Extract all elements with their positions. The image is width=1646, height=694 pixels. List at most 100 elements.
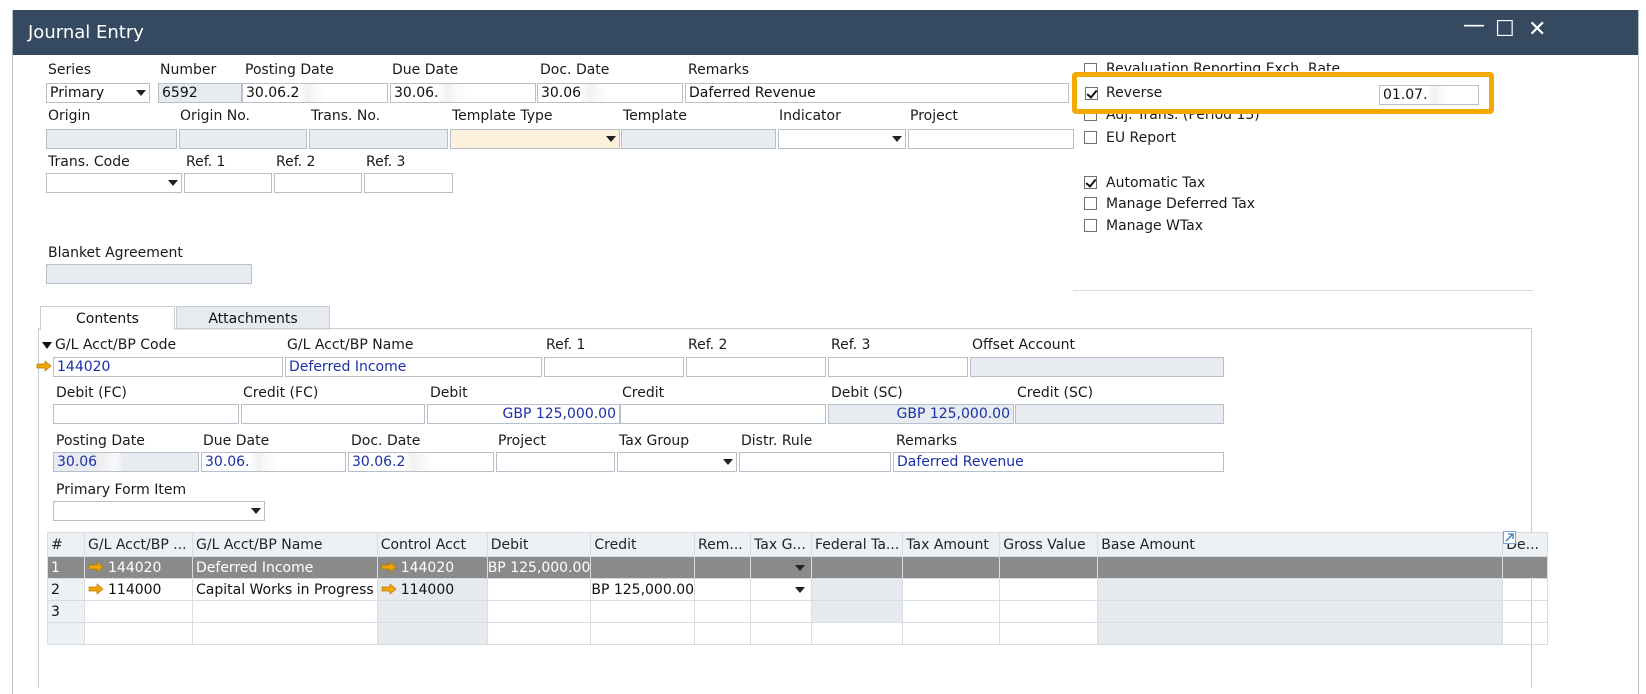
row-number[interactable] [47,622,85,645]
detail-ref3-field[interactable] [828,357,968,377]
ref2-field[interactable] [274,173,362,193]
cell-gross-value[interactable] [999,578,1099,601]
cell-empty[interactable] [84,622,193,645]
cell-base-amount[interactable] [1097,600,1504,623]
maximize-icon[interactable]: ☐ [1495,18,1515,42]
col-header-debit[interactable]: Debit [486,532,592,557]
minimize-icon[interactable]: — [1463,14,1485,38]
col-header-code[interactable]: G/L Acct/BP ... [84,532,193,557]
col-header-num[interactable]: # [47,532,85,557]
link-arrow-icon[interactable] [88,582,104,595]
indicator-select[interactable] [778,129,906,149]
reverse-checkbox[interactable] [1085,87,1098,100]
cell-empty[interactable] [811,622,904,645]
detail-code-field[interactable]: 144020 [53,357,283,377]
col-header-remarks[interactable]: Rem... [694,532,752,557]
table-row[interactable]: 2 114000 Capital Works in Progress 11400… [47,578,1549,601]
trans-no-field[interactable] [309,129,448,149]
row-number[interactable]: 1 [47,556,85,579]
cell-tax-amount[interactable] [902,578,1001,601]
col-header-control-acct[interactable]: Control Acct [376,532,488,557]
cell-debit[interactable] [486,600,592,623]
debit-field[interactable]: GBP 125,000.00 [427,404,620,424]
cell-code[interactable]: 144020 [84,556,193,579]
credit-fc-field[interactable] [241,404,425,424]
cell-remarks[interactable] [694,556,752,579]
cell-tax-group[interactable] [750,600,813,623]
cell-empty[interactable] [999,622,1099,645]
cell-tax-amount[interactable] [902,556,1001,579]
cell-gross-value[interactable] [999,556,1099,579]
tab-attachments[interactable]: Attachments [176,306,330,330]
cell-empty[interactable] [1502,622,1549,645]
manage-deferred-checkbox[interactable] [1084,197,1097,210]
detail-project-field[interactable] [496,452,615,472]
col-header-credit[interactable]: Credit [590,532,696,557]
detail-ref1-field[interactable] [544,357,684,377]
cell-control-acct[interactable] [376,600,488,623]
cell-credit[interactable]: BP 125,000.00 [590,578,696,601]
series-select[interactable]: Primary [46,83,150,103]
credit-sc-field[interactable] [1015,404,1224,424]
col-header-gross-value[interactable]: Gross Value [999,532,1099,557]
due-date-field[interactable]: 30.06. [390,83,536,103]
cell-federal-tax[interactable] [811,600,904,623]
row-number[interactable]: 3 [47,600,85,623]
col-header-tax-group[interactable]: Tax G... [750,532,813,557]
primary-form-select[interactable] [53,501,265,521]
posting-date-field[interactable]: 30.06.2 [242,83,388,103]
cell-code[interactable]: 114000 [84,578,193,601]
number-field[interactable]: 6592 [158,83,242,103]
expand-icon[interactable] [1503,531,1516,544]
cell-name[interactable]: Deferred Income [192,556,378,579]
debit-fc-field[interactable] [53,404,239,424]
automatic-tax-checkbox[interactable] [1084,176,1097,189]
cell-empty[interactable] [376,622,488,645]
eu-report-checkbox[interactable] [1084,131,1097,144]
detail-due-date-field[interactable]: 30.06. [201,452,346,472]
cell-federal-tax[interactable] [811,578,904,601]
link-arrow-icon[interactable] [381,582,397,595]
cell-base-amount[interactable] [1097,578,1504,601]
cell-tax-group[interactable] [750,578,813,601]
remarks-field[interactable]: Daferred Revenue [685,83,1069,103]
template-type-select[interactable] [450,129,620,149]
row-number[interactable]: 2 [47,578,85,601]
cell-empty[interactable] [694,622,752,645]
cell-credit[interactable] [590,556,696,579]
cell-control-acct[interactable]: 114000 [376,578,488,601]
table-row[interactable]: 1 144020 Deferred Income 144020 BP 125,0… [47,556,1549,579]
origin-no-field[interactable] [179,129,307,149]
col-header-name[interactable]: G/L Acct/BP Name [192,532,378,557]
trans-code-select[interactable] [46,173,182,193]
project-field[interactable] [908,129,1074,149]
cell-de[interactable] [1502,600,1549,623]
cell-de[interactable] [1502,556,1549,579]
col-header-base-amount[interactable]: Base Amount [1097,532,1504,557]
cell-base-amount[interactable] [1097,556,1504,579]
cell-empty[interactable] [590,622,696,645]
cell-code[interactable] [84,600,193,623]
detail-posting-date-field[interactable]: 30.06 [53,452,199,472]
close-icon[interactable]: ✕ [1528,18,1546,42]
ref3-field[interactable] [364,173,453,193]
cell-control-acct[interactable]: 144020 [376,556,488,579]
cell-remarks[interactable] [694,600,752,623]
cell-federal-tax[interactable] [811,556,904,579]
credit-field[interactable] [620,404,826,424]
offset-account-field[interactable] [970,357,1224,377]
link-arrow-icon[interactable] [381,560,397,573]
link-arrow-icon[interactable] [36,360,52,372]
cell-debit[interactable]: BP 125,000.00 [486,556,592,579]
cell-empty[interactable] [750,622,813,645]
origin-field[interactable] [46,129,177,149]
doc-date-field[interactable]: 30.06 [537,83,683,103]
cell-credit[interactable] [590,600,696,623]
link-arrow-icon[interactable] [88,560,104,573]
cell-name[interactable] [192,600,378,623]
tax-group-select[interactable] [617,452,737,472]
template-field[interactable] [621,129,776,149]
detail-remarks-field[interactable]: Daferred Revenue [893,452,1224,472]
col-header-federal-tax[interactable]: Federal Ta... [811,532,904,557]
cell-gross-value[interactable] [999,600,1099,623]
